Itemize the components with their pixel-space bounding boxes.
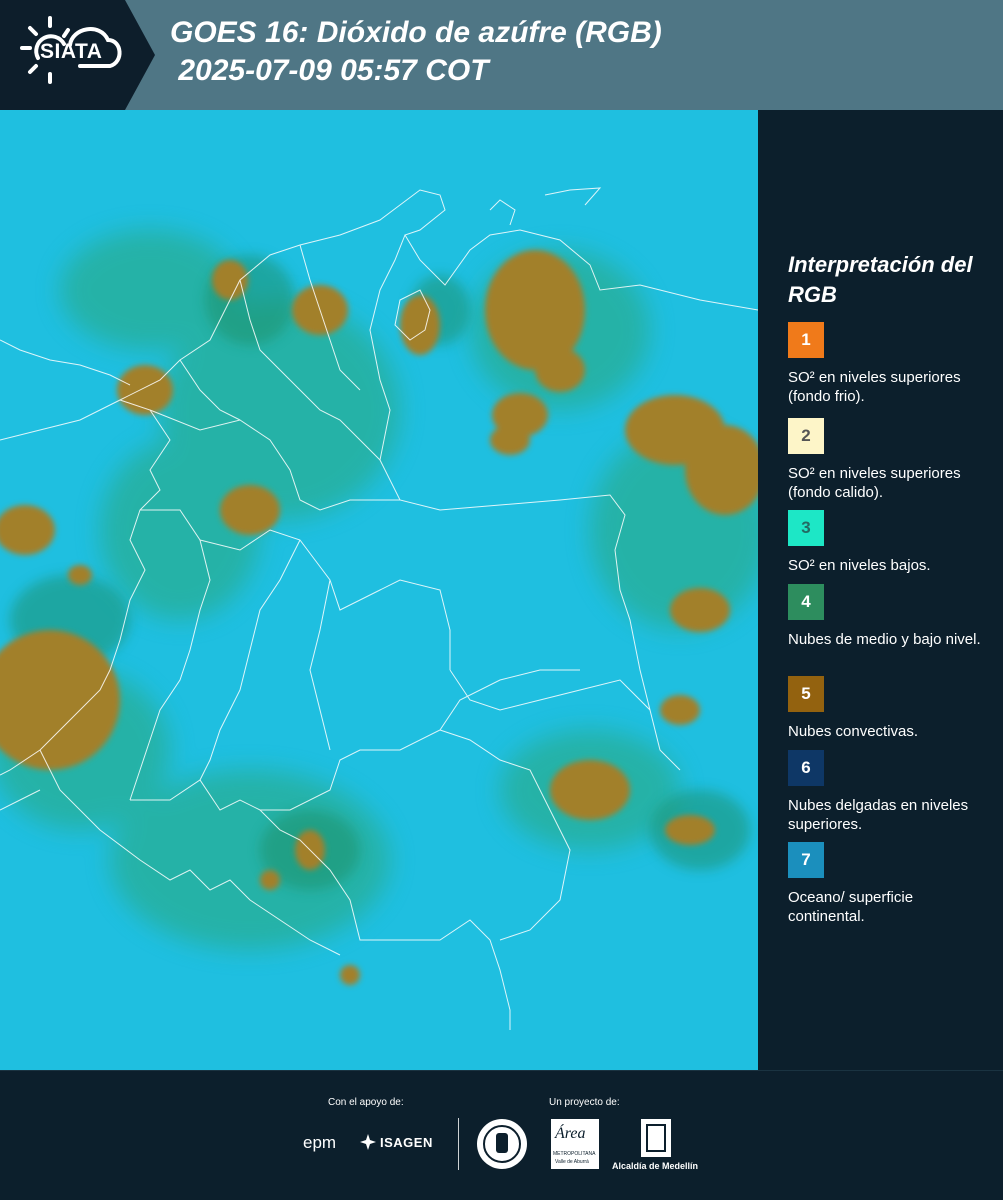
support-label: Con el apoyo de: [328, 1097, 404, 1108]
footer-divider [458, 1118, 459, 1170]
legend-label-4: Nubes de medio y bajo nivel. [788, 631, 981, 648]
alcaldia-label: Alcaldía de Medellín [612, 1161, 699, 1171]
legend-item-1: 1 SO² en niveles superiores (fondo frio)… [788, 322, 988, 406]
legend-swatch-3: 3 [788, 510, 824, 546]
isagen-logo: ISAGEN [380, 1135, 433, 1150]
siata-logo: SIATA [0, 0, 155, 110]
legend-item-2: 2 SO² en niveles superiores (fondo calid… [788, 418, 988, 502]
area-metropolitana-logo: Área METROPOLITANA Valle de Aburrá [551, 1119, 599, 1169]
legend-swatch-7: 7 [788, 842, 824, 878]
legend-label-3: SO² en niveles bajos. [788, 557, 931, 574]
footer: Con el apoyo de: Un proyecto de: epm ISA… [0, 1070, 1003, 1200]
medellin-seal-icon [477, 1119, 527, 1169]
legend-label-6: Nubes delgadas en niveles superiores. [788, 797, 969, 833]
legend-label-2: SO² en niveles superiores (fondo calido)… [788, 465, 961, 501]
satellite-image [0, 110, 758, 1070]
project-label: Un proyecto de: [549, 1097, 620, 1108]
legend-item-4: 4 Nubes de medio y bajo nivel. [788, 584, 988, 649]
legend-title: Interpretación del RGB [788, 252, 973, 307]
legend-swatch-1: 1 [788, 322, 824, 358]
legend-swatch-4: 4 [788, 584, 824, 620]
legend-label-7: Oceano/ superficie continental. [788, 889, 914, 925]
alcaldia-shield-icon [641, 1119, 671, 1157]
epm-logo: epm [303, 1133, 337, 1152]
header-bar: SIATA GOES 16: Dióxido de azúfre (RGB) 2… [0, 0, 1003, 110]
legend-item-3: 3 SO² en niveles bajos. [788, 510, 988, 575]
isagen-icon [360, 1134, 376, 1150]
legend-swatch-2: 2 [788, 418, 824, 454]
logo-text: SIATA [40, 40, 103, 63]
legend-panel: Interpretación del RGB 1 SO² en niveles … [758, 110, 1003, 1070]
legend-swatch-5: 5 [788, 676, 824, 712]
legend-item-7: 7 Oceano/ superficie continental. [788, 842, 988, 926]
legend-swatch-6: 6 [788, 750, 824, 786]
legend-label-5: Nubes convectivas. [788, 723, 919, 740]
page-title: GOES 16: Dióxido de azúfre (RGB) 2025-07… [170, 16, 662, 87]
legend-label-1: SO² en niveles superiores (fondo frio). [788, 369, 961, 405]
legend-item-6: 6 Nubes delgadas en niveles superiores. [788, 750, 988, 834]
legend-item-5: 5 Nubes convectivas. [788, 676, 988, 741]
satellite-map [0, 110, 758, 1070]
